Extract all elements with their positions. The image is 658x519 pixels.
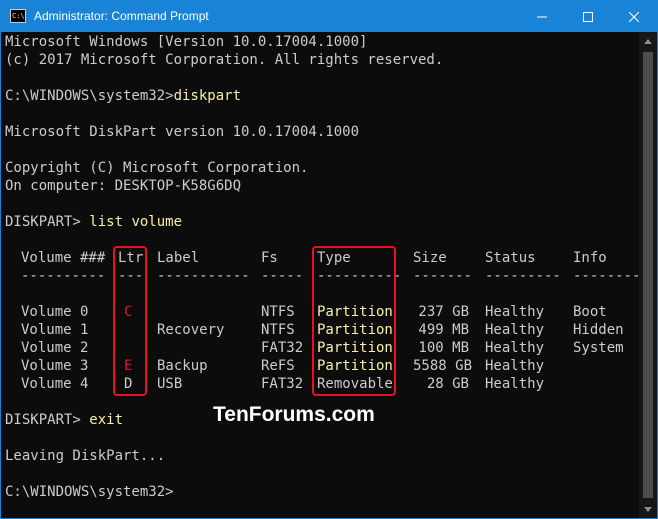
volume-cell: Volume 0 (21, 304, 89, 320)
label-cell: USB (157, 376, 183, 392)
maximize-icon (583, 11, 593, 22)
info-cell: System (573, 340, 624, 356)
table-separator: ---------- (21, 268, 106, 284)
table-separator: ----- (261, 268, 304, 284)
console-prompt-line: C:\WINDOWS\system32>diskpart (5, 87, 241, 105)
fs-cell: ReFS (261, 358, 295, 374)
size-cell: 100 MB (418, 340, 469, 356)
status-cell: Healthy (485, 322, 545, 338)
status-cell: Healthy (485, 340, 545, 356)
volume-cell: Volume 4 (21, 376, 89, 392)
table-header: Info (573, 250, 607, 266)
table-separator: -------- (573, 268, 639, 284)
size-cell: 499 MB (418, 322, 469, 338)
minimize-button[interactable] (519, 1, 565, 32)
fs-cell: FAT32 (261, 376, 304, 392)
fs-cell: NTFS (261, 322, 295, 338)
console-line: Microsoft Windows [Version 10.0.17004.10… (5, 34, 368, 50)
console-line: On computer: DESKTOP-K58G6DQ (5, 178, 242, 194)
size-cell: 237 GB (418, 304, 469, 320)
table-separator: ----------- (157, 268, 250, 284)
minimize-icon (537, 16, 547, 17)
caret-down-icon (644, 506, 652, 512)
console-line: Microsoft DiskPart version 10.0.17004.10… (5, 124, 360, 140)
status-cell: Healthy (485, 376, 545, 392)
table-separator: ------- (413, 268, 473, 284)
close-icon (629, 11, 639, 22)
table-header: Status (485, 250, 536, 266)
scroll-down-button[interactable] (639, 500, 657, 518)
maximize-button[interactable] (565, 1, 611, 32)
volume-cell: Volume 2 (21, 340, 89, 356)
status-cell: Healthy (485, 304, 545, 320)
prompt-text: DISKPART> (5, 412, 90, 428)
size-cell: 28 GB (426, 376, 469, 392)
table-header: Fs (261, 250, 278, 266)
console-prompt-line: DISKPART> list volume (5, 213, 182, 231)
fs-cell: NTFS (261, 304, 295, 320)
info-cell: Boot (573, 304, 607, 320)
command-text: list volume (89, 214, 183, 230)
prompt-text: C:\WINDOWS\system32> (5, 88, 174, 104)
caret-up-icon (644, 38, 652, 44)
table-header: Volume ### (21, 250, 106, 266)
table-header: Size (413, 250, 447, 266)
console-prompt-line: C:\WINDOWS\system32> (5, 484, 174, 500)
console-line: (c) 2017 Microsoft Corporation. All righ… (5, 52, 444, 68)
title-bar[interactable]: C:\ Administrator: Command Prompt (1, 1, 657, 32)
console-line: Leaving DiskPart... (5, 448, 166, 464)
console-output[interactable]: Microsoft Windows [Version 10.0.17004.10… (1, 32, 639, 518)
type-column-highlight (312, 246, 396, 396)
window-title: Administrator: Command Prompt (34, 9, 209, 23)
prompt-text: DISKPART> (5, 214, 90, 230)
volume-cell: Volume 1 (21, 322, 89, 338)
command-prompt-window: C:\ Administrator: Command Prompt Micros… (0, 0, 658, 519)
command-text: diskpart (173, 88, 242, 104)
size-cell: 5588 GB (413, 358, 473, 374)
close-button[interactable] (611, 1, 657, 32)
scroll-up-button[interactable] (639, 32, 657, 50)
command-text: exit (89, 412, 124, 428)
label-cell: Backup (157, 358, 208, 374)
label-cell: Recovery (157, 322, 225, 338)
tenforums-watermark: TenForums.com (213, 403, 375, 426)
fs-cell: FAT32 (261, 340, 304, 356)
table-header: Label (157, 250, 200, 266)
console-line: Copyright (C) Microsoft Corporation. (5, 160, 309, 176)
table-separator: --------- (485, 268, 561, 284)
info-cell: Hidden (573, 322, 624, 338)
command-prompt-icon[interactable]: C:\ (10, 9, 26, 23)
console-prompt-line: DISKPART> exit (5, 411, 123, 429)
volume-cell: Volume 3 (21, 358, 89, 374)
scrollbar-thumb[interactable] (643, 52, 653, 498)
vertical-scrollbar[interactable] (639, 32, 657, 518)
status-cell: Healthy (485, 358, 545, 374)
ltr-column-highlight (113, 246, 147, 396)
